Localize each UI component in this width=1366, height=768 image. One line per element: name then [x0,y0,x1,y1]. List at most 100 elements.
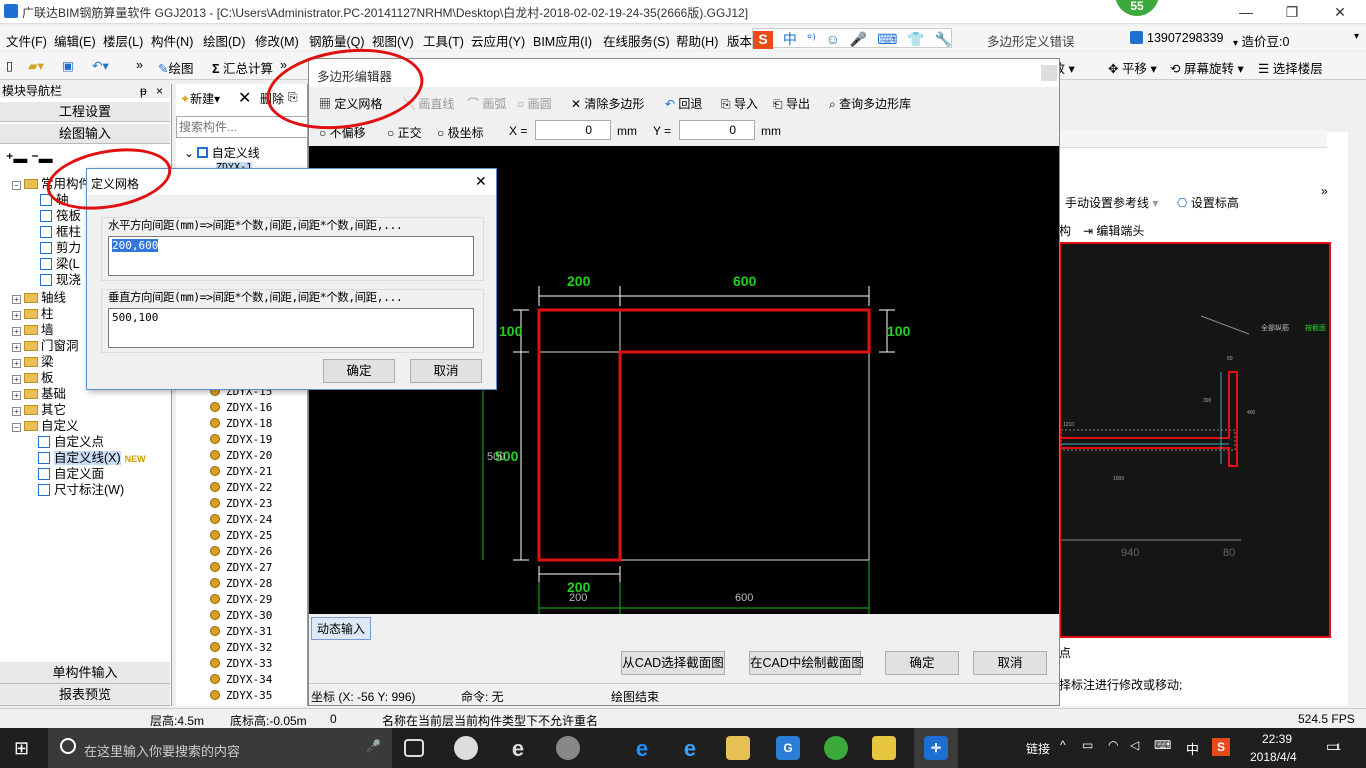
menu-modify[interactable]: 修改(M) [255,31,299,50]
orthogonal-option[interactable]: ○ 正交 [387,124,422,141]
menu-edit[interactable]: 编辑(E) [54,31,96,50]
vertical-spacing-input[interactable]: 500,100 [108,308,474,348]
menu-floor[interactable]: 楼层(L) [103,31,143,50]
menu-help[interactable]: 帮助(H) [676,31,718,50]
dynamic-input-tab[interactable]: 动态输入 [311,617,372,640]
component-item[interactable]: ZDYX-31 [210,624,272,640]
tree-item[interactable]: 筏板 [40,208,81,224]
component-item[interactable]: ZDYX-18 [210,416,272,432]
new-component-button[interactable]: ✦新建▾ [180,90,220,107]
tree-item[interactable]: + 墙 [12,322,54,338]
punctuation-icon[interactable]: °⁾ [807,31,816,47]
tree-item[interactable]: 剪力 [40,240,81,256]
component-item[interactable]: ZDYX-27 [210,560,272,576]
sogou-tray-icon[interactable]: S [1212,738,1230,756]
component-item[interactable]: ZDYX-30 [210,608,272,624]
tree-item[interactable]: + 梁 [12,354,54,370]
component-item[interactable]: ZDYX-19 [210,432,272,448]
component-item[interactable]: ZDYX-22 [210,480,272,496]
component-item[interactable]: ZDYX-33 [210,656,272,672]
more-tools-icon[interactable]: » [136,58,143,72]
export-button[interactable]: ⎗ 导出 [773,95,810,112]
taskbar-search-box[interactable]: 在这里输入你要搜索的内容 🎤 [48,728,392,768]
mic-icon[interactable]: 🎤 [850,31,867,47]
single-input-button[interactable]: 单构件输入 [0,662,170,684]
y-input[interactable]: 0 [679,120,755,140]
nav-close-icon[interactable]: × [156,84,163,98]
tree-item[interactable]: 现浇 [40,272,81,288]
drawing-input-button[interactable]: 绘图输入 [0,124,170,144]
component-item[interactable]: ZDYX-16 [210,400,272,416]
wifi-icon[interactable]: ◠ [1108,738,1118,752]
tray-expand-icon[interactable]: ^ [1060,738,1066,752]
query-lib-button[interactable]: ⌕ 查询多边形库 [829,95,911,112]
select-floor-button[interactable]: ☰ 选择楼层 [1258,58,1323,77]
tree-item[interactable]: 自定义点 [38,434,104,450]
pinwheel-app-icon[interactable] [454,736,478,760]
collapse-icon[interactable]: − [12,423,21,432]
grid-cancel-button[interactable]: 取消 [410,359,482,383]
tree-item[interactable]: 尺寸标注(W) [38,482,124,498]
expand-all-icon[interactable]: ⁺▬ ⁻▬ [6,150,53,167]
edit-end-button[interactable]: ⇥ 编辑端头 [1083,222,1144,239]
pan-button[interactable]: ✥ 平移 ▾ [1108,58,1157,77]
mic-icon[interactable]: 🎤 [366,739,381,753]
expand-icon[interactable]: + [12,295,21,304]
component-item[interactable]: ZDYX-29 [210,592,272,608]
skin-icon[interactable]: 👕 [907,31,924,47]
task-view-icon[interactable] [404,739,424,757]
pin-icon[interactable]: ᵽ [140,84,147,98]
draw-circle-button[interactable]: ○ 画圆 [517,95,552,112]
horizontal-spacing-input[interactable]: 200,600 [108,236,474,276]
component-item[interactable]: ZDYX-21 [210,464,272,480]
polygon-close-icon[interactable] [1041,65,1057,81]
component-item[interactable]: ZDYX-20 [210,448,272,464]
keyboard-icon[interactable]: ⌨ [877,31,897,47]
notification-badge[interactable]: 55 [1115,0,1159,16]
chinese-mode-icon[interactable]: 中 [783,31,797,47]
collapse-icon[interactable]: − [12,181,21,190]
draw-arc-button[interactable]: ⌒ 画弧 [467,95,506,112]
tree-item[interactable]: + 基础 [12,386,66,402]
menu-file[interactable]: 文件(F) [6,31,47,50]
expand-icon[interactable]: + [12,311,21,320]
expand-icon[interactable]: + [12,391,21,400]
ie-icon[interactable]: e [678,736,702,761]
expand-icon[interactable]: + [12,343,21,352]
save-icon[interactable]: ▣ [62,58,74,73]
keyboard-tray-icon[interactable]: ⌨ [1154,738,1171,752]
tree-item[interactable]: + 柱 [12,306,54,322]
rotate-button[interactable]: ⟲ 屏幕旋转 ▾ [1170,58,1244,77]
close-button[interactable]: ✕ [1320,2,1360,22]
notes-icon[interactable] [872,736,896,760]
minimize-button[interactable]: — [1226,2,1266,22]
expand-icon[interactable]: + [12,375,21,384]
browser-360-icon[interactable] [824,736,848,760]
menu-component[interactable]: 构件(N) [151,31,193,50]
file-explorer-icon[interactable] [726,736,750,760]
x-input[interactable]: 0 [535,120,611,140]
project-settings-button[interactable]: 工程设置 [0,102,170,122]
section-canvas[interactable]: 全部纵筋 按截面 1210 1000 390 50 400 940 80 [1059,242,1331,638]
draw-button[interactable]: ✎绘图 [158,58,194,77]
cad-select-button[interactable]: 从CAD选择截面图 [621,651,725,675]
summary-calc-button[interactable]: Σ 汇总计算 [212,58,273,77]
wrench-icon[interactable]: 🔧 [935,31,952,47]
tree-item[interactable]: + 轴线 [12,290,66,306]
component-item[interactable]: ZDYX-23 [210,496,272,512]
component-item[interactable]: ZDYX-34 [210,672,272,688]
tree-item[interactable]: − 自定义 [12,418,79,434]
menu-rebar[interactable]: 钢筋量(Q) [309,31,365,50]
active-app-slot[interactable]: ✛ [914,728,958,768]
edge-e-icon[interactable]: e [506,736,530,761]
undo-icon[interactable]: ↶▾ [92,58,109,73]
ime-indicator[interactable]: 中 [1186,739,1199,758]
tree-root-custom-line[interactable]: ⌄ 自定义线 [184,144,260,161]
clock-time[interactable]: 22:39 [1262,732,1292,746]
clock-date[interactable]: 2018/4/4 [1250,750,1297,764]
delete-icon[interactable]: ✕ [238,88,251,108]
tree-item[interactable]: 框柱 [40,224,81,240]
new-file-icon[interactable]: ▯ [6,58,13,73]
tree-item[interactable]: 梁(L [40,256,80,272]
volume-icon[interactable]: ◁ [1130,738,1139,752]
